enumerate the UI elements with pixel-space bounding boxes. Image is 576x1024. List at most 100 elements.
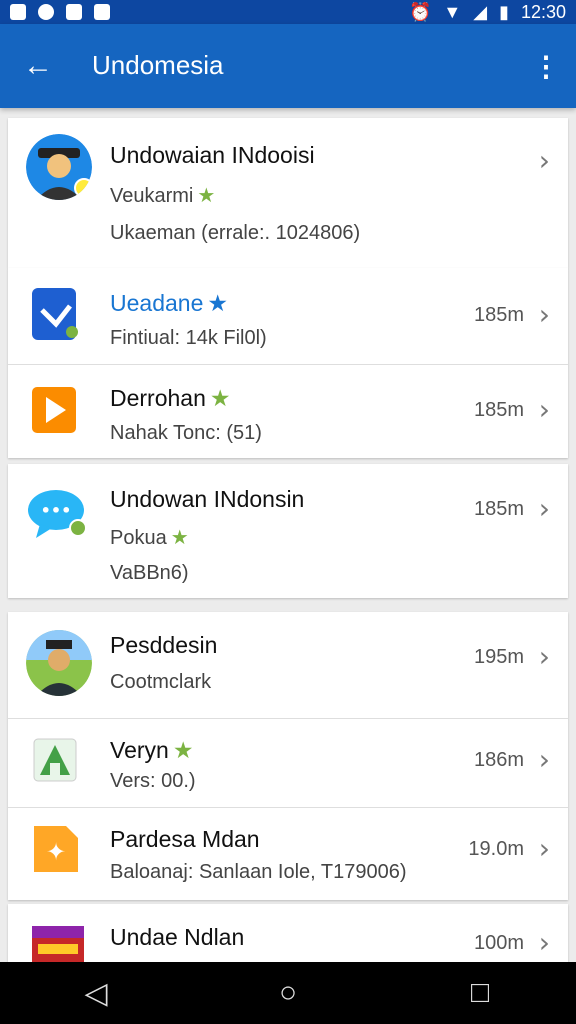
image-icon (10, 4, 26, 20)
item-size: 185m (473, 304, 524, 326)
profile-subtitle-line: Veukarmi ★ (110, 183, 498, 208)
item-detail: VaBBn6) (110, 562, 189, 584)
item-text: Pardesa Mdan Baloanaj: Sanlaan Iole, T17… (110, 826, 498, 884)
profile-name: Undowaian INdooisi (110, 142, 315, 168)
record-icon (38, 4, 54, 20)
app-group-1: Ueadane ★ Fintiual: 14k Fil0l) 185m › Der… (8, 268, 568, 458)
item-title: Veryn ★ (110, 737, 194, 763)
item-text: Undae Ndlan (110, 924, 498, 951)
person-avatar-icon (26, 630, 92, 696)
nav-recents-icon: □ (470, 976, 490, 1009)
item-subtitle: Baloanaj: Sanlaan Iole, T179006) (110, 861, 407, 883)
app-group-2: ••• Undowan INdonsin Pokua ★ VaBBn6) 185m… (8, 464, 568, 598)
profile-subtitle: Veukarmi (110, 185, 194, 207)
item-size: 19.0m (468, 838, 524, 860)
signal-icon: ◢ (473, 1, 488, 22)
profile-card[interactable]: Undowaian INdooisi Veukarmi ★ Ukaeman (er… (8, 118, 568, 268)
list-item[interactable]: Pesddesin Cootmclark 195m › (8, 612, 568, 719)
star-icon: ★ (207, 290, 228, 316)
item-size: 100m (473, 932, 524, 954)
content-list: Undowaian INdooisi Veukarmi ★ Ukaeman (er… (0, 108, 576, 962)
chevron-right-icon: › (538, 926, 550, 959)
item-title: Derrohan ★ (110, 385, 231, 411)
chat-bubble-icon: ••• (28, 490, 87, 538)
chevron-right-icon: › (538, 640, 550, 673)
profile-detail: Ukaeman (errale:. 1024806) (110, 222, 361, 244)
chevron-right-icon: › (538, 743, 550, 776)
media-icon (94, 4, 110, 20)
app-icon: ••• (26, 482, 90, 546)
list-item[interactable]: Ueadane ★ Fintiual: 14k Fil0l) 185m › (8, 268, 568, 365)
item-text: Pesddesin Cootmclark (110, 632, 498, 694)
item-subtitle: Vers: 00.) (110, 770, 196, 792)
item-text: Veryn ★ Vers: 00.) (110, 737, 498, 793)
more-vert-icon: ⋮ (532, 50, 560, 82)
back-button[interactable]: ← (18, 46, 58, 86)
page-title: Undomesia (92, 50, 224, 80)
svg-text:✦: ✦ (46, 838, 66, 866)
nav-back-button[interactable]: ◁ (60, 968, 132, 1018)
app-icon: ✦ (26, 822, 90, 886)
item-size: 185m (473, 399, 524, 421)
navigation-bar: ◁ ○ □ (0, 962, 576, 1024)
list-item[interactable]: Veryn ★ Vers: 00.) 186m › (8, 719, 568, 808)
item-text: Ueadane ★ Fintiual: 14k Fil0l) (110, 290, 498, 350)
list-item[interactable]: Undae Ndlan 100m › (8, 904, 568, 962)
profile-row[interactable]: Undowaian INdooisi Veukarmi ★ Ukaeman (er… (8, 118, 568, 268)
chevron-right-icon: › (538, 393, 550, 426)
star-icon: ★ (172, 737, 194, 763)
battery-icon: ▮ (499, 1, 509, 22)
star-icon: ★ (170, 527, 189, 549)
item-title: Pesddesin (110, 632, 218, 658)
profile-text: Undowaian INdooisi Veukarmi ★ Ukaeman (er… (110, 142, 498, 245)
overflow-menu-button[interactable]: ⋮ (532, 48, 560, 84)
blue-doc-icon (32, 288, 78, 340)
app-icon (26, 733, 90, 797)
nav-recents-button[interactable]: □ (444, 968, 516, 1018)
item-title: Undae Ndlan (110, 924, 245, 950)
status-bar: ⏰ ▼ ◢ ▮ 12:30 (0, 0, 576, 24)
item-size: 185m (473, 498, 524, 520)
svg-text:•••: ••• (41, 501, 72, 520)
item-subtitle: Fintiual: 14k Fil0l) (110, 327, 267, 349)
item-title: Pardesa Mdan (110, 826, 260, 852)
orange-star-icon: ✦ (34, 826, 78, 872)
item-subtitle: Pokua (110, 527, 167, 549)
list-item[interactable]: ••• Undowan INdonsin Pokua ★ VaBBn6) 185m… (8, 464, 568, 598)
item-subtitle-line: Pokua ★ (110, 525, 498, 550)
app-icon (26, 284, 90, 348)
sd-card-icon (66, 4, 82, 20)
wifi-icon: ▼ (443, 1, 462, 22)
item-size: 186m (473, 749, 524, 771)
app-icon (26, 381, 90, 445)
status-right-icons: ⏰ ▼ ◢ ▮ 12:30 (409, 2, 566, 23)
back-arrow-icon: ← (23, 49, 53, 82)
profile-avatar (26, 134, 92, 200)
list-item[interactable]: Derrohan ★ Nahak Tonc: (51) 185m › (8, 365, 568, 459)
nav-home-button[interactable]: ○ (252, 968, 324, 1018)
alarm-icon: ⏰ (408, 1, 432, 22)
status-left-icons (10, 4, 110, 20)
app-group-3: Pesddesin Cootmclark 195m › Veryn ★ Vers:… (8, 612, 568, 900)
chevron-right-icon: › (538, 144, 550, 177)
status-time: 12:30 (520, 1, 566, 22)
item-text: Derrohan ★ Nahak Tonc: (51) (110, 385, 498, 445)
item-title: Ueadane ★ (110, 290, 228, 316)
nav-back-icon: ◁ (84, 976, 108, 1010)
chevron-right-icon: › (538, 298, 550, 331)
item-text: Undowan INdonsin Pokua ★ VaBBn6) (110, 486, 498, 585)
item-title: Undowan INdonsin (110, 486, 305, 512)
app-bar: ← Undomesia ⋮ (0, 24, 576, 108)
app-icon (26, 918, 90, 962)
item-subtitle: Nahak Tonc: (51) (110, 422, 262, 444)
star-icon: ★ (209, 385, 231, 411)
app-icon (26, 630, 92, 696)
person-avatar-icon (26, 134, 92, 200)
green-app-icon (33, 738, 77, 782)
chevron-right-icon: › (538, 492, 550, 525)
app-group-4: Undae Ndlan 100m › (8, 904, 568, 962)
item-size: 195m (473, 646, 524, 668)
store-icon (32, 926, 84, 962)
nav-home-icon: ○ (278, 976, 298, 1009)
list-item[interactable]: ✦ Pardesa Mdan Baloanaj: Sanlaan Iole, T… (8, 808, 568, 902)
